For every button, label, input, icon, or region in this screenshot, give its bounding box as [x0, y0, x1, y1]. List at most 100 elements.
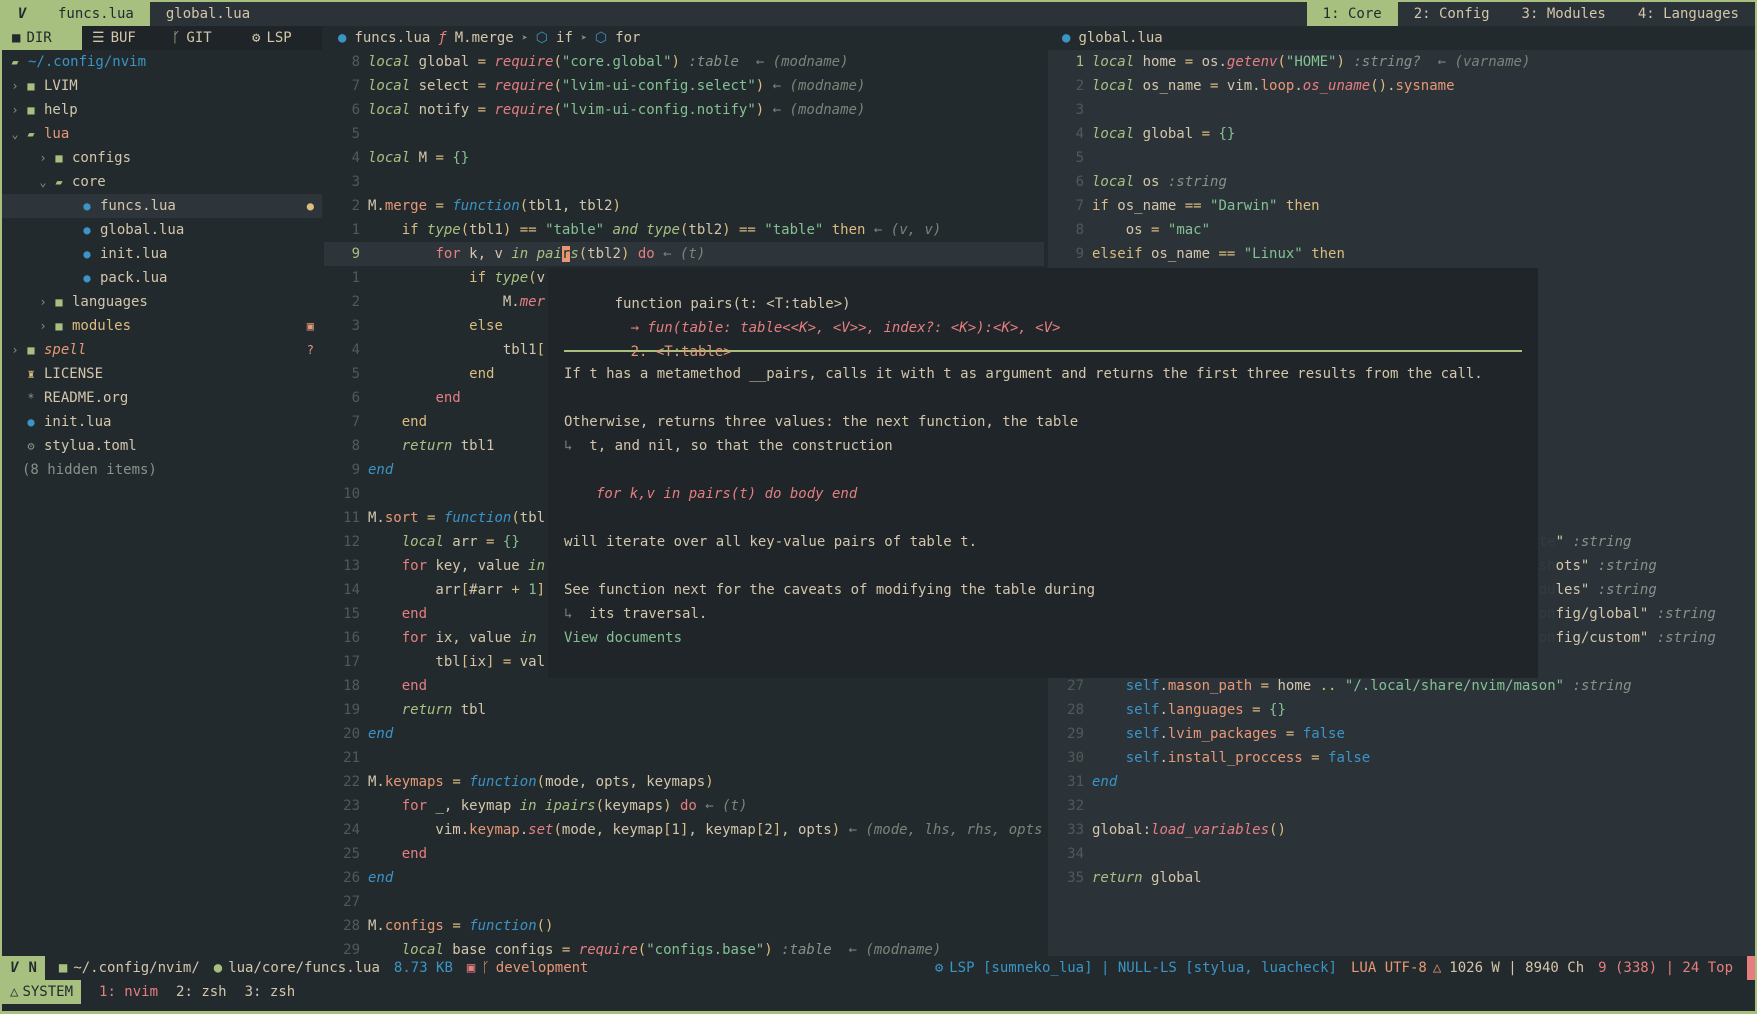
code-line[interactable]: 6 local os :string — [1048, 170, 1755, 194]
tree-item[interactable]: › ■ configs — [2, 146, 322, 170]
sidebar-tab-lsp[interactable]: ⚙ LSP — [242, 26, 322, 50]
status-lsp[interactable]: LSP [sumneko_lua] | NULL-LS [stylua, lua… — [949, 960, 1337, 976]
code-line[interactable]: 8 local global = require("core.global") :… — [324, 50, 1044, 74]
code-line[interactable]: 7 local select = require("lvim-ui-config.… — [324, 74, 1044, 98]
line-number: 9 — [351, 462, 360, 478]
code-line[interactable]: 8 os = "mac" — [1048, 218, 1755, 242]
code-line[interactable]: 29 local base_configs = require("configs… — [324, 938, 1044, 956]
sidebar-tab-dir[interactable]: ■ DIR — [2, 26, 82, 50]
winbar-file[interactable]: funcs.lua — [354, 30, 430, 46]
chevron-right-icon[interactable]: › — [36, 319, 50, 333]
code-line[interactable]: 22 M.keymaps = function(mode, opts, keyma… — [324, 770, 1044, 794]
code-line[interactable]: 1 local home = os.getenv("HOME") :string?… — [1048, 50, 1755, 74]
hover-paragraph-wrap: ↳ its traversal. — [564, 602, 1522, 626]
status-git-branch: development — [495, 960, 589, 976]
tree-item[interactable]: › ■ modules ▣ — [2, 314, 322, 338]
tree-item[interactable]: ⌄ ▰ core — [2, 170, 322, 194]
tree-item[interactable]: ● global.lua — [2, 218, 322, 242]
code-line[interactable]: 30 self.install_proccess = false — [1048, 746, 1755, 770]
code-line[interactable]: 32 — [1048, 794, 1755, 818]
tree-item-label: help — [44, 102, 78, 118]
tree-item[interactable]: ● init.lua — [2, 242, 322, 266]
code-line[interactable]: 3 — [1048, 98, 1755, 122]
tree-item-label: stylua.toml — [44, 438, 137, 454]
code-line[interactable]: 23 for _, keymap in ipairs(keymaps) do ←… — [324, 794, 1044, 818]
code-line[interactable]: 24 vim.keymap.set(mode, keymap[1], keyma… — [324, 818, 1044, 842]
modified-dot-icon: ● — [306, 199, 314, 213]
code-line[interactable]: 29 self.lvim_packages = false — [1048, 722, 1755, 746]
line-number: 34 — [1067, 846, 1084, 862]
tree-item[interactable]: ♜ LICENSE — [2, 362, 322, 386]
buffer-tab-funcs-lua[interactable]: funcs.lua — [42, 2, 150, 26]
chevron-right-icon[interactable]: › — [8, 103, 22, 117]
line-number: 4 — [351, 342, 360, 358]
code-line[interactable]: 7 if os_name == "Darwin" then — [1048, 194, 1755, 218]
tree-item[interactable]: (8 hidden items) — [2, 458, 322, 482]
code-line[interactable]: 3 — [324, 170, 1044, 194]
tree-item[interactable]: ⚙ stylua.toml — [2, 434, 322, 458]
code-line[interactable]: 28 self.languages = {} — [1048, 698, 1755, 722]
tree-item[interactable]: › ■ spell? — [2, 338, 322, 362]
code-line[interactable]: 26 end — [324, 866, 1044, 890]
code-line[interactable]: 28 M.configs = function() — [324, 914, 1044, 938]
workspace-tab-languages[interactable]: 4: Languages — [1622, 2, 1755, 26]
tree-item[interactable]: › ■ LVIM — [2, 74, 322, 98]
workspace-tab-config[interactable]: 2: Config — [1398, 2, 1506, 26]
code-line[interactable]: 21 — [324, 746, 1044, 770]
chevron-right-icon[interactable]: › — [8, 79, 22, 93]
code-line[interactable]: 33 global:load_variables() — [1048, 818, 1755, 842]
view-documents-link[interactable]: View documents — [564, 630, 682, 646]
line-number: 12 — [343, 534, 360, 550]
code-line[interactable]: 4 local global = {} — [1048, 122, 1755, 146]
code-line[interactable]: 19 return tbl — [324, 698, 1044, 722]
tmux-window-nvim[interactable]: 1: nvim — [99, 984, 158, 1000]
line-text: for _, keymap in ipairs(keymaps) do ← (t… — [401, 798, 748, 814]
tree-item[interactable]: ● init.lua — [2, 410, 322, 434]
code-line[interactable]: 9 elseif os_name == "Linux" then — [1048, 242, 1755, 266]
code-line[interactable]: 2 M.merge = function(tbl1, tbl2) — [324, 194, 1044, 218]
tree-item[interactable]: › ■ languages — [2, 290, 322, 314]
line-text-tail: " :string — [1555, 534, 1632, 550]
code-line[interactable]: 5 — [324, 122, 1044, 146]
code-line[interactable]: 20 end — [324, 722, 1044, 746]
sidebar-tab-git[interactable]: ᚴ GIT — [162, 26, 242, 50]
breadcrumb-for[interactable]: for — [615, 30, 640, 46]
tree-item[interactable]: ● funcs.lua ● — [2, 194, 322, 218]
chevron-right-icon[interactable]: › — [8, 343, 22, 357]
code-line[interactable]: 5 — [1048, 146, 1755, 170]
workspace-tab-modules[interactable]: 3: Modules — [1506, 2, 1622, 26]
line-number: 1 — [1075, 54, 1084, 70]
code-line[interactable]: 6 local notify = require("lvim-ui-config.… — [324, 98, 1044, 122]
tmux-window-zsh[interactable]: 3: zsh — [245, 984, 296, 1000]
sidebar-tab-buf[interactable]: ☰ BUF — [82, 26, 162, 50]
tree-item[interactable]: › ■ help — [2, 98, 322, 122]
line-number: 3 — [351, 174, 360, 190]
tree-item[interactable]: ⌄ ▰ lua — [2, 122, 322, 146]
chevron-right-icon[interactable]: › — [36, 295, 50, 309]
tree-item[interactable]: ● pack.lua — [2, 266, 322, 290]
breadcrumb-function[interactable]: M.merge — [455, 30, 514, 46]
breadcrumb-if[interactable]: if — [556, 30, 573, 46]
line-text: local home = os.getenv("HOME") :string? … — [1092, 54, 1531, 70]
code-line[interactable]: 4 local M = {} — [324, 146, 1044, 170]
chevron-down-icon[interactable]: ⌄ — [36, 175, 50, 189]
tmux-window-zsh[interactable]: 2: zsh — [176, 984, 227, 1000]
code-line[interactable]: 25 end — [324, 842, 1044, 866]
code-line[interactable]: 1 if type(tbl1) == "table" and type(tbl2… — [324, 218, 1044, 242]
chevron-right-icon[interactable]: › — [36, 151, 50, 165]
sidebar-tab-label: BUF — [110, 30, 136, 46]
workspace-tab-core[interactable]: 1: Core — [1306, 2, 1398, 26]
buffer-tab-global-lua[interactable]: global.lua — [150, 2, 266, 26]
tree-root[interactable]: ▰ ~/.config/nvim — [2, 50, 322, 74]
code-line[interactable]: 31 end — [1048, 770, 1755, 794]
chevron-down-icon[interactable]: ⌄ — [8, 127, 22, 141]
code-line[interactable]: 2 local os_name = vim.loop.os_uname().sys… — [1048, 74, 1755, 98]
winbar-file[interactable]: global.lua — [1078, 30, 1162, 46]
status-position: 9 (338) | 24 Top — [1598, 960, 1733, 976]
code-line[interactable]: 34 — [1048, 842, 1755, 866]
line-text: self.install_proccess = false — [1125, 750, 1371, 766]
code-line[interactable]: 9 for k, v in pairs(tbl2) do ← (t) — [324, 242, 1044, 266]
code-line[interactable]: 27 — [324, 890, 1044, 914]
code-line[interactable]: 35 return global — [1048, 866, 1755, 890]
tree-item[interactable]: * README.org — [2, 386, 322, 410]
